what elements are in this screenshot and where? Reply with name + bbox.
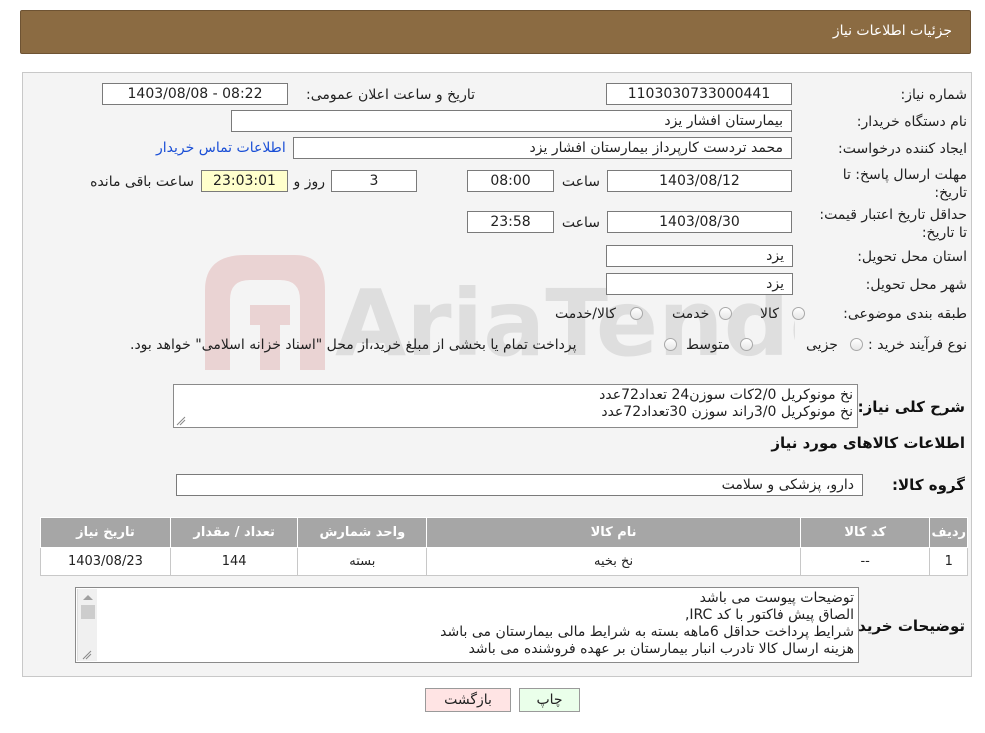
city-label: شهر محل تحویل: [865,277,967,293]
category-option-goods: کالا [760,306,779,322]
announce-field: 1403/08/08 - 08:22 [102,83,288,105]
need-number-field: 1103030733000441 [606,83,792,105]
validity-time-label: ساعت [561,215,600,231]
contact-info-link[interactable]: اطلاعات تماس خریدار [156,140,286,156]
deadline-date-field: 1403/08/12 [607,170,792,192]
category-radio-goods-service[interactable] [630,307,643,320]
creator-label: ایجاد کننده درخواست: [838,141,967,157]
cell-unit: بسته [297,547,428,576]
buyer-notes-scrollbar[interactable] [77,589,97,661]
page-header: جزئیات اطلاعات نیاز [20,10,971,54]
buyer-notes-textarea[interactable]: توضیحات پیوست می باشد الصاق پیش فاکتور ب… [75,587,859,663]
deadline-time-field: 08:00 [467,170,554,192]
description-label: شرح کلی نیاز: [857,398,965,416]
scroll-up-icon[interactable] [81,592,95,602]
col-header-unit: واحد شمارش [297,517,428,548]
deadline-label: مهلت ارسال پاسخ: تا تاریخ: [842,167,967,201]
province-field: یزد [606,245,793,267]
col-header-row-number: ردیف [929,517,968,548]
cell-quantity: 144 [169,547,299,576]
category-option-goods-service: کالا/خدمت [555,306,616,322]
buyer-org-field: بیمارستان افشار یزد [231,110,792,132]
category-label: طبقه بندی موضوعی: [843,306,967,322]
buyer-notes-line: توضیحات پیوست می باشد [699,590,854,606]
remaining-label: ساعت باقی مانده [90,174,194,190]
cell-need-date: 1403/08/23 [40,547,171,576]
treasury-checkbox[interactable] [664,338,677,351]
buyer-notes-line: شرایط پرداخت حداقل 6ماهه بسته به شرایط م… [440,624,854,640]
cell-row-number: 1 [929,547,968,576]
category-radio-goods[interactable] [792,307,805,320]
remaining-time-field: 23:03:01 [201,170,288,192]
back-button[interactable]: بازگشت [425,688,511,712]
process-radio-medium[interactable] [740,338,753,351]
description-textarea[interactable]: نخ مونوکریل 2/0کات سوزن24 تعداد72عدد نخ … [173,384,858,428]
cell-code: -- [799,547,931,576]
buyer-notes-line: الصاق پیش فاکتور با کد IRC, [684,607,854,623]
category-option-service: خدمت [672,306,710,322]
process-option-minor: جزیی [806,337,838,353]
province-label: استان محل تحویل: [857,249,967,265]
deadline-time-label: ساعت [561,174,600,190]
category-radio-service[interactable] [719,307,732,320]
validity-label: حداقل تاریخ اعتبار قیمت: تا تاریخ: [819,207,967,241]
creator-field: محمد تردست کارپرداز بیمارستان افشار یزد [293,137,792,159]
description-line: نخ مونوکریل 2/0کات سوزن24 تعداد72عدد [599,387,853,403]
print-button[interactable]: چاپ [519,688,580,712]
resize-grip-icon[interactable] [82,650,92,660]
table-header-row: ردیف کد کالا نام کالا واحد شمارش تعداد /… [40,517,968,548]
validity-date-field: 1403/08/30 [607,211,792,233]
days-label: روز و [293,174,326,190]
scroll-thumb[interactable] [81,605,95,619]
table-row: 1 -- نخ بخیه بسته 144 1403/08/23 [40,547,968,576]
process-option-medium: متوسط [686,337,730,353]
days-field: 3 [331,170,417,192]
goods-group-label: گروه کالا: [892,476,965,494]
page-title: جزئیات اطلاعات نیاز [832,23,952,39]
description-line: نخ مونوکریل 3/0راند سوزن 30تعداد72عدد [601,404,853,420]
col-header-quantity: تعداد / مقدار [169,517,299,548]
city-field: یزد [606,273,793,295]
goods-section-title: اطلاعات کالاهای مورد نیاز [771,434,965,452]
goods-table: ردیف کد کالا نام کالا واحد شمارش تعداد /… [40,517,968,576]
buyer-org-label: نام دستگاه خریدار: [856,114,967,130]
col-header-code: کد کالا [799,517,931,548]
buyer-notes-line: هزینه ارسال کالا تادرب انبار بیمارستان ب… [468,641,854,657]
announce-label: تاریخ و ساعت اعلان عمومی: [306,87,475,103]
process-label: نوع فرآیند خرید : [868,337,967,353]
resize-grip-icon[interactable] [176,416,186,426]
validity-time-field: 23:58 [467,211,554,233]
treasury-note: پرداخت تمام یا بخشی از مبلغ خرید،از محل … [130,337,577,353]
need-number-label: شماره نیاز: [900,87,968,103]
col-header-name: نام کالا [426,517,801,548]
process-radio-minor[interactable] [850,338,863,351]
col-header-need-date: تاریخ نیاز [40,517,171,548]
cell-name: نخ بخیه [426,547,801,576]
goods-group-field: دارو، پزشکی و سلامت [176,474,863,496]
